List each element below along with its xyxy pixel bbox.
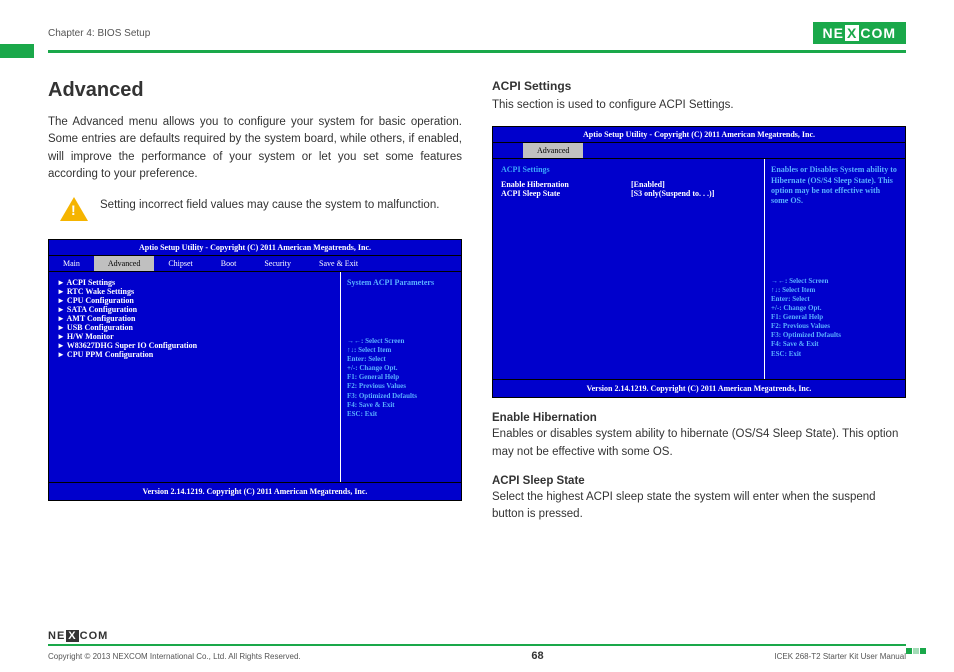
bios-tab-boot: Boot (207, 256, 251, 271)
footer-copyright: Copyright © 2013 NEXCOM International Co… (48, 652, 301, 661)
acpi-sleep-state-heading: ACPI Sleep State (492, 475, 906, 487)
bios-version: Version 2.14.1219. Copyright (C) 2011 Am… (49, 482, 461, 500)
bios-tab-security: Security (250, 256, 305, 271)
intro-text: The Advanced menu allows you to configur… (48, 114, 462, 183)
bios2-version: Version 2.14.1219. Copyright (C) 2011 Am… (493, 379, 905, 397)
warning-text: Setting incorrect field values may cause… (100, 197, 439, 214)
bios-screenshot-advanced-menu: Aptio Setup Utility - Copyright (C) 2011… (48, 239, 462, 501)
warning-icon (60, 197, 88, 221)
enable-hibernation-heading: Enable Hibernation (492, 412, 906, 424)
bios-screenshot-acpi-settings: Aptio Setup Utility - Copyright (C) 2011… (492, 126, 906, 398)
enable-hibernation-text: Enables or disables system ability to hi… (492, 426, 906, 461)
header-rule (48, 50, 906, 53)
bios-tab-advanced: Advanced (94, 256, 154, 271)
bios-title: Aptio Setup Utility - Copyright (C) 2011… (49, 240, 461, 256)
page-heading: Advanced (48, 79, 462, 102)
page-number: 68 (531, 650, 543, 662)
brand-logo: NEXCOM (813, 22, 906, 44)
chapter-label: Chapter 4: BIOS Setup (48, 28, 150, 39)
bios2-tab-advanced: Advanced (523, 143, 583, 158)
bios-help-pane: System ACPI Parameters →←: Select Screen… (341, 272, 461, 482)
bios-tab-chipset: Chipset (154, 256, 206, 271)
acpi-sleep-state-text: Select the highest ACPI sleep state the … (492, 489, 906, 524)
bios-menu-list: ► ACPI Settings ► RTC Wake Settings ► CP… (49, 272, 341, 482)
footer-rule (48, 644, 906, 646)
bios-tab-main: Main (49, 256, 94, 271)
bios-tabs: Main Advanced Chipset Boot Security Save… (49, 256, 461, 272)
footer-logo: NEXCOM (48, 630, 906, 642)
acpi-heading: ACPI Settings (492, 79, 906, 93)
bios2-title: Aptio Setup Utility - Copyright (C) 2011… (493, 127, 905, 143)
footer-decoration (906, 648, 926, 654)
acpi-intro: This section is used to configure ACPI S… (492, 97, 906, 114)
bios2-help-pane: Enables or Disables System ability to Hi… (765, 159, 905, 379)
bios2-settings-pane: ACPI Settings Enable Hibernation[Enabled… (493, 159, 765, 379)
bios-tab-save-exit: Save & Exit (305, 256, 372, 271)
footer-doc-title: ICEK 268-T2 Starter Kit User Manual (774, 652, 906, 661)
